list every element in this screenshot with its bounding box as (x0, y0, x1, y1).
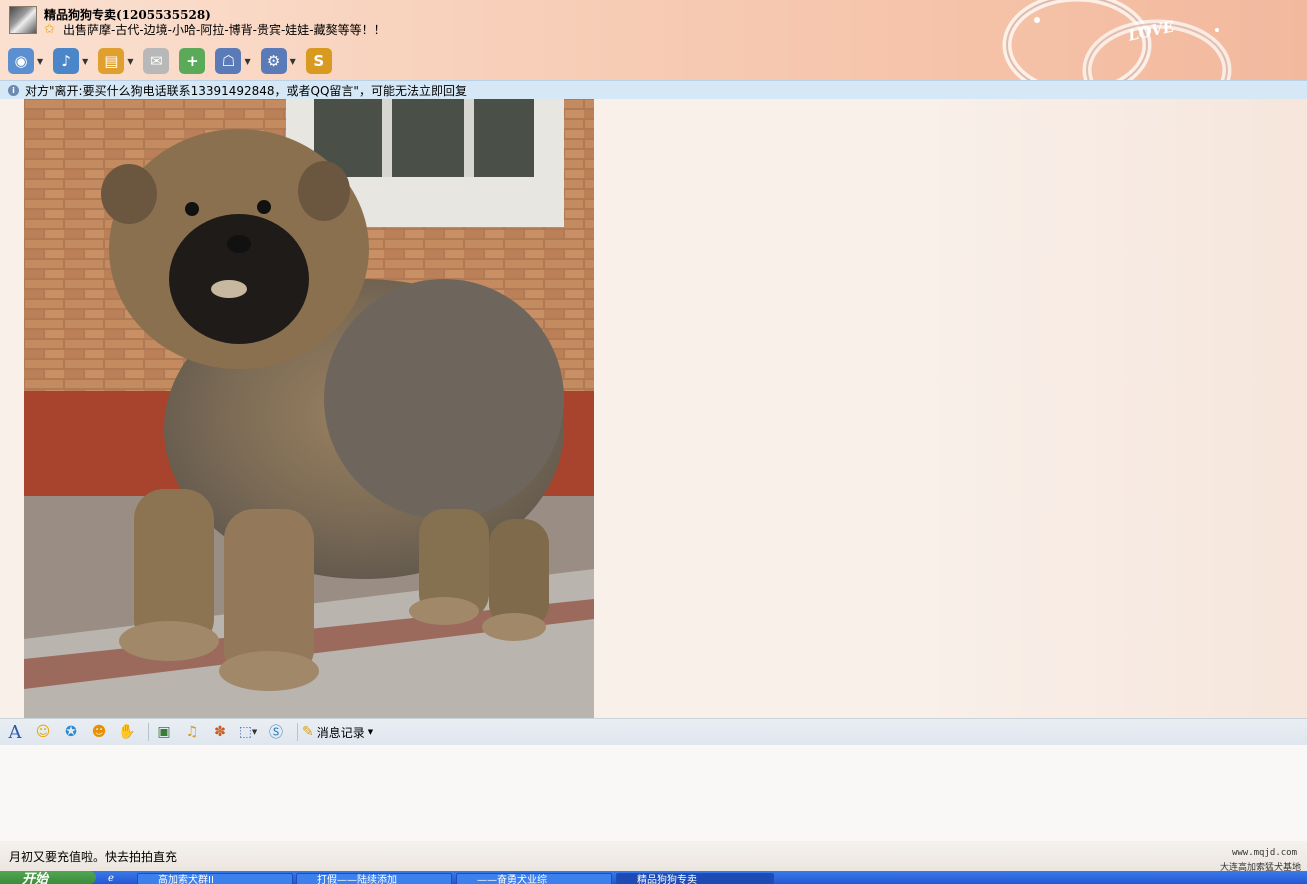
away-notice-bar: i 对方"离开:要买什么狗电话联系13391492848，或者QQ留言"，可能无… (0, 80, 1307, 99)
screenshot-icon[interactable]: ⬚ ▼ (237, 721, 259, 743)
emoticon-icon[interactable]: ☺ (32, 721, 54, 743)
remote-assist-icon: ☖ (215, 48, 242, 74)
gift-icon[interactable]: ✽ (209, 721, 231, 743)
create-group-button[interactable]: + (179, 48, 206, 74)
send-image-icon[interactable]: ▣ (153, 721, 175, 743)
dog-photo[interactable] (24, 99, 594, 718)
chevron-down-icon: ▼ (367, 728, 374, 736)
info-icon: i (8, 84, 19, 96)
taskbar-item[interactable]: 打假——陆续添加 (296, 873, 452, 884)
ie-icon[interactable]: ℯ (108, 873, 114, 884)
taskbar-item[interactable]: 精品狗狗专卖 (616, 873, 774, 884)
send-file-button[interactable]: ▤ ▼ (98, 48, 133, 74)
voice-call-icon: ♪ (53, 48, 80, 74)
star-icon: ✩ (44, 22, 55, 37)
site-watermark: www.mqjd.com (1231, 848, 1297, 858)
toolbar-divider (148, 723, 149, 741)
windows-taskbar: 开始 ℯ 高加索犬群II 打假——陆续添加 ——奋勇犬业综 精品狗狗专卖 (0, 871, 1307, 884)
ad-link[interactable]: 月初又要充值啦。快去拍拍直充 (9, 848, 177, 865)
history-icon: ✎ (302, 724, 314, 740)
history-label: 消息记录 (316, 725, 365, 740)
send-mail-icon: ✉ (143, 48, 170, 74)
chevron-down-icon[interactable]: ▼ (290, 57, 296, 66)
ad-status-bar: 月初又要充值啦。快去拍拍直充 (0, 841, 1307, 871)
wink-icon[interactable]: ☻ (88, 721, 110, 743)
chevron-down-icon[interactable]: ▼ (244, 57, 250, 66)
shake-window-icon[interactable]: ✋ (116, 721, 138, 743)
chevron-down-icon[interactable]: ▼ (127, 57, 133, 66)
toolbar-divider (297, 723, 298, 741)
magic-emoticon-icon[interactable]: ✪ (60, 721, 82, 743)
message-history-button[interactable]: ✎ 消息记录 ▼ (302, 724, 373, 741)
soso-icon[interactable]: Ⓢ (265, 721, 287, 743)
video-call-icon: ◉ (8, 48, 34, 74)
music-icon[interactable]: ♫ (181, 721, 203, 743)
contact-signature: 出售萨摩-古代-边境-小哈-阿拉-博背-贵宾-娃娃-藏獒等等！！ (63, 23, 386, 37)
app-settings-button[interactable]: ⚙ ▼ (260, 48, 296, 74)
taskbar-item[interactable]: 高加索犬群II (137, 873, 293, 884)
chevron-down-icon[interactable]: ▼ (37, 57, 43, 66)
remote-assist-button[interactable]: ☖ ▼ (215, 48, 251, 74)
chat-toolbar: ◉ ▼ ♪ ▼ ▤ ▼ ✉ + ☖ ▼ ⚙ ▼ S (8, 46, 342, 76)
start-button[interactable]: 开始 (0, 871, 96, 884)
create-group-icon: + (179, 48, 206, 74)
chevron-down-icon[interactable]: ▼ (82, 57, 88, 66)
app-settings-icon: ⚙ (260, 48, 287, 74)
taskbar-item[interactable]: ——奋勇犬业综 (456, 873, 612, 884)
font-icon[interactable]: A (4, 721, 26, 743)
soso-icon: S (305, 48, 332, 74)
soso-button[interactable]: S (305, 48, 332, 74)
voice-call-button[interactable]: ♪ ▼ (53, 48, 88, 74)
video-call-button[interactable]: ◉ ▼ (8, 48, 43, 74)
away-notice-text: 对方"离开:要买什么狗电话联系13391492848，或者QQ留言"，可能无法立… (25, 83, 467, 98)
message-display-area[interactable] (0, 99, 1307, 718)
input-toolbar: A ☺ ✪ ☻ ✋ ▣ ♫ ✽ ⬚ ▼ Ⓢ ✎ 消息记录 ▼ (0, 718, 1307, 745)
send-file-icon: ▤ (98, 48, 125, 74)
contact-avatar[interactable] (9, 6, 37, 34)
message-input[interactable] (0, 745, 1307, 841)
send-mail-button[interactable]: ✉ (143, 48, 170, 74)
